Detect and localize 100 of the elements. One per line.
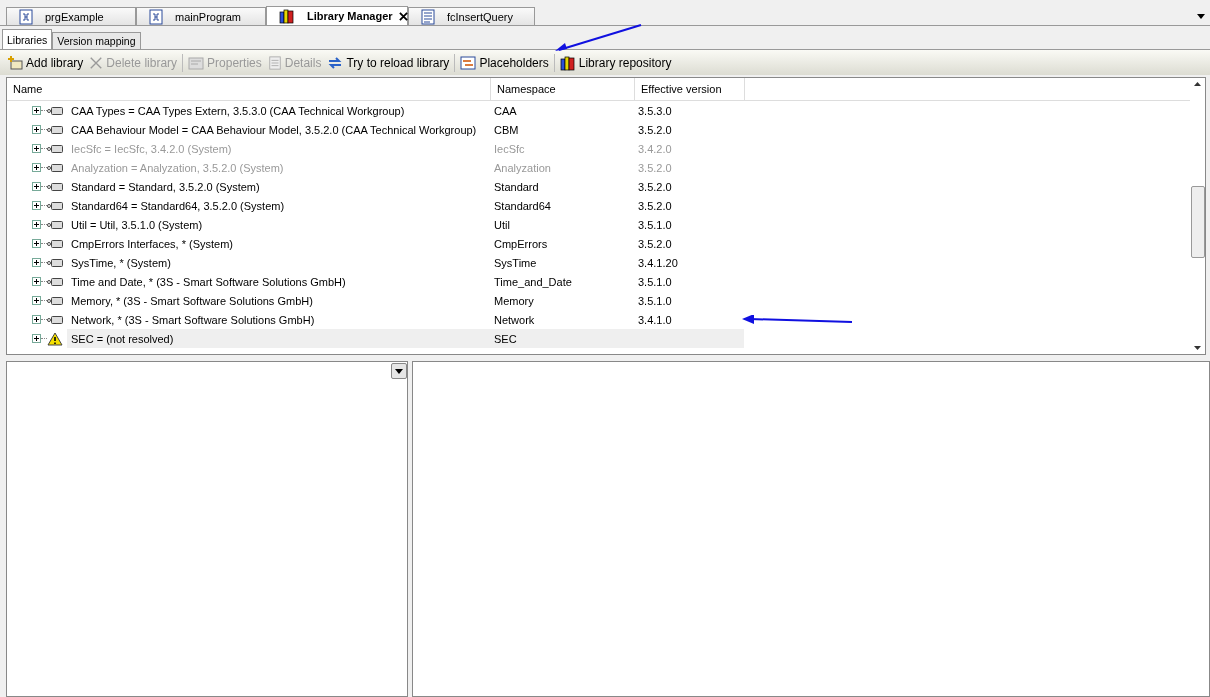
table-cell: 3.5.2.0 [638,237,672,250]
editor-tab[interactable]: prgExample [6,7,136,25]
table-cell: 3.5.1.0 [638,294,672,307]
toolbar-button[interactable]: Add library [4,51,87,74]
table-cell-text: CmpErrors Interfaces, * (System) [71,237,234,250]
table-row-highlight[interactable]: Memory, * (3S - Smart Software Solutions GmbH) Memory 3.5.1.0 [67,291,744,310]
library-icon [47,219,63,230]
caret-icon [395,368,403,374]
table-row-highlight[interactable]: SEC = (not resolved) SEC [67,329,744,348]
table-row-highlight[interactable]: CAA Types = CAA Types Extern, 3.5.3.0 (CAA Technical Workgroup) CAA 3.5.3.0 [67,101,744,120]
toolbar-button[interactable]: Try to reload library [324,51,453,74]
scroll-up-icon[interactable] [1194,82,1201,86]
table-cell: 3.4.1.0 [638,313,672,326]
library-icon [47,314,63,325]
cross-icon [89,55,104,70]
library-icon [47,162,63,173]
toolbar-button[interactable]: Library repository [556,51,675,74]
expand-icon[interactable] [32,182,41,191]
table-cell-text: Standard64 [494,199,552,212]
column-header[interactable]: Effective version [635,78,745,100]
table-cell-text: SysTime [494,256,538,269]
table-cell-text: CmpErrors [494,237,549,250]
table-cell-text: SEC = (not resolved) [71,332,175,345]
placeholders-icon [460,54,477,71]
library-icon [47,295,63,306]
editor-tab[interactable]: mainProgram [136,7,266,25]
expand-icon[interactable] [32,277,41,286]
books-icon [559,54,576,71]
library-icon [47,143,63,154]
table-cell-text: Memory [494,294,535,307]
table-row-highlight[interactable]: SysTime, * (System) SysTime 3.4.1.20 [67,253,744,272]
sub-tab[interactable]: Version mapping [52,32,141,49]
document-icon [421,8,435,25]
table-cell: 3.5.2.0 [638,161,672,174]
library-icon [47,105,63,116]
table-cell-text: IecSfc [494,142,526,155]
scroll-down-icon[interactable] [1194,346,1201,350]
table-cell-text: CAA Types = CAA Types Extern, 3.5.3.0 (CAA Technical Workgroup) [71,104,406,117]
library-icon [47,124,63,135]
program-icon [149,8,163,25]
table-row-highlight[interactable]: Standard = Standard, 3.5.2.0 (System) Standard 3.5.2.0 [67,177,744,196]
table-cell-text: Util = Util, 3.5.1.0 (System) [71,218,204,231]
expand-icon[interactable] [32,334,41,343]
table-cell-text: SysTime, * (System) [71,256,172,269]
table-row-highlight[interactable]: Time and Date, * (3S - Smart Software Solutions GmbH) Time_and_Date 3.5.1.0 [67,272,744,291]
expand-icon[interactable] [32,106,41,115]
table-cell-text: IecSfc = IecSfc, 3.4.2.0 (System) [71,142,233,155]
table-cell-text: Time_and_Date [494,275,573,288]
table-cell-text: Standard = Standard, 3.5.2.0 (System) [71,180,261,193]
properties-icon [188,54,205,71]
swap-arrows-icon [327,54,344,71]
expand-icon[interactable] [32,315,41,324]
close-icon[interactable] [398,11,408,21]
table-cell-text: SEC [494,332,518,345]
table-cell-text: Standard [494,180,540,193]
column-header[interactable]: Name [7,78,491,100]
table-cell-text: CAA Behaviour Model = CAA Behaviour Model, 3.5.2.0 (CAA Technical Workgroup) [71,123,478,136]
table-row-highlight[interactable]: Util = Util, 3.5.1.0 (System) Util 3.5.1.0 [67,215,744,234]
dropdown-arrow-icon[interactable] [1197,14,1205,19]
table-cell-text: Network, * (3S - Smart Software Solutions GmbH) [71,313,316,326]
expand-icon[interactable] [32,258,41,267]
table-cell: 3.5.3.0 [638,104,672,117]
table-cell: 3.5.1.0 [638,218,672,231]
dropdown-button[interactable] [391,363,407,379]
editor-tab[interactable]: Library Manager [266,6,408,25]
table-row-highlight[interactable]: Network, * (3S - Smart Software Solutions GmbH) Network 3.4.1.0 [67,310,744,329]
toolbar-button[interactable]: Placeholders [457,51,552,74]
books-icon [279,8,295,24]
table-cell-text: Standard64 = Standard64, 3.5.2.0 (System) [71,199,286,212]
warning-icon [47,331,63,346]
add-icon [7,54,23,71]
table-cell-text: Memory, * (3S - Smart Software Solutions GmbH) [71,294,314,307]
table-cell-text: CBM [494,123,520,136]
library-icon [47,200,63,211]
editor-tab[interactable]: fcInsertQuery [408,7,535,25]
table-cell-text: Analyzation [494,161,552,174]
library-icon [47,238,63,249]
table-cell-text: Analyzation = Analyzation, 3.5.2.0 (System) [71,161,285,174]
table-row-highlight[interactable]: CmpErrors Interfaces, * (System) CmpErrors 3.5.2.0 [67,234,744,253]
expand-icon[interactable] [32,201,41,210]
table-row-highlight[interactable]: CAA Behaviour Model = CAA Behaviour Model, 3.5.2.0 (CAA Technical Workgroup) CBM 3.5.2.0 [67,120,744,139]
scrollbar-thumb[interactable] [1190,186,1205,258]
library-icon [47,257,63,268]
table-cell: 3.5.1.0 [638,275,672,288]
table-cell: 3.5.2.0 [638,180,672,193]
column-header[interactable]: Namespace [491,78,635,100]
table-cell: 3.4.1.20 [638,256,678,269]
table-cell: 3.5.2.0 [638,199,672,212]
expand-icon[interactable] [32,163,41,172]
expand-icon[interactable] [32,220,41,229]
library-icon [47,276,63,287]
list-icon [267,55,282,70]
library-icon [47,181,63,192]
expand-icon[interactable] [32,144,41,153]
expand-icon[interactable] [32,239,41,248]
expand-icon[interactable] [32,296,41,305]
table-cell-text: Time and Date, * (3S - Smart Software Solutions GmbH) [71,275,347,288]
expand-icon[interactable] [32,125,41,134]
table-row-highlight[interactable]: Standard64 = Standard64, 3.5.2.0 (System) Standard64 3.5.2.0 [67,196,744,215]
sub-tab[interactable]: Libraries [2,29,53,49]
